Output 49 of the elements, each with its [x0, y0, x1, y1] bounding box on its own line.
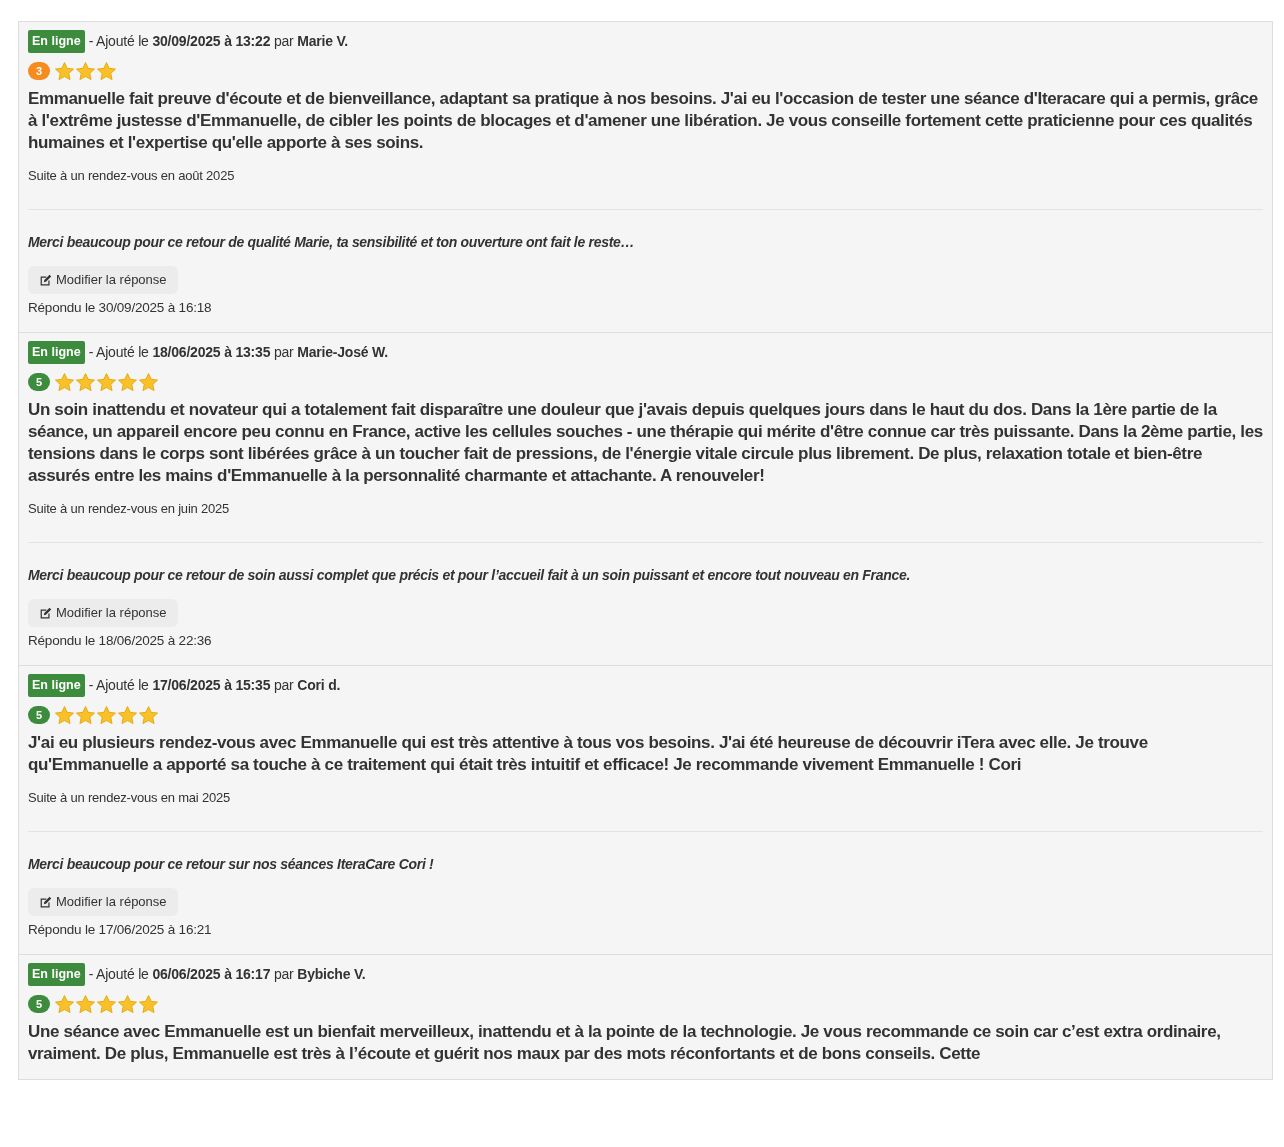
review-meta: - Ajouté le 30/09/2025 à 13:22 par Marie V.: [88, 31, 349, 51]
star-icon: [117, 371, 139, 393]
star-icon: [75, 371, 97, 393]
reply-text: Merci beaucoup pour ce retour de soin aussi complet que précis et pour l’accueil fait à un soin puissant et encore tout nouveau en France.: [28, 566, 912, 586]
rating-badge: 5: [28, 373, 51, 392]
star-icon: [75, 993, 97, 1015]
star-icon: [138, 704, 160, 726]
star-icon: [75, 704, 97, 726]
star-icon: [54, 993, 76, 1015]
visit-note: Suite à un rendez-vous en mai 2025: [28, 788, 232, 807]
review-meta: - Ajouté le 17/06/2025 à 15:35 par Cori d.: [88, 675, 341, 695]
edit-icon: [39, 273, 52, 287]
rating-badge: 3: [28, 62, 51, 81]
reply-date: Répondu le 30/09/2025 à 16:18: [28, 298, 213, 317]
star-icon: [117, 993, 139, 1015]
star-icon: [117, 704, 139, 726]
star-icon: [138, 993, 160, 1015]
rating-badge: 5: [28, 995, 51, 1014]
review-meta: - Ajouté le 18/06/2025 à 13:35 par Marie-José W.: [88, 342, 388, 362]
reply-text: Merci beaucoup pour ce retour de qualité Marie, ta sensibilité et ton ouverture ont fait le reste…: [28, 233, 636, 253]
status-badge: En ligne: [28, 341, 85, 364]
edit-reply-button[interactable]: Modifier la réponse: [28, 888, 178, 916]
edit-reply-button[interactable]: Modifier la réponse: [28, 599, 178, 627]
reply-text: Merci beaucoup pour ce retour sur nos séances IteraCare Cori !: [28, 855, 435, 875]
star-icon: [96, 371, 118, 393]
star-icon: [96, 704, 118, 726]
edit-icon: [39, 895, 52, 909]
reply-date: Répondu le 18/06/2025 à 22:36: [28, 631, 213, 650]
visit-note: Suite à un rendez-vous en juin 2025: [28, 499, 231, 518]
review-text: Un soin inattendu et novateur qui a totalement fait disparaître une douleur que j'avais depuis quelques jours dans le haut du dos. Dans la 1ère partie de la séance, un appareil encore peu connu en France, active les cellules souches - une thérapie qui mérite d'être connue car très puissante. Dans la 2ème partie, les tensions dans le corps sont libérées grâce à un toucher fait de pressions, de l'énergie vitale circule plus librement. De plus, relaxation totale et bien-être assurés entre les mains d'Emmanuelle à la personnalité charmante et attachante. A renouveler!: [28, 398, 1263, 487]
star-icon: [54, 60, 76, 82]
star-icon: [96, 60, 118, 82]
edit-reply-button[interactable]: Modifier la réponse: [28, 266, 178, 294]
star-icon: [54, 371, 76, 393]
star-icon: [75, 60, 97, 82]
review-text: Emmanuelle fait preuve d'écoute et de bienveillance, adaptant sa pratique à nos besoins. J'ai eu l'occasion de tester une séance d'Iteracare qui a permis, grâce à l'extrême justesse d'Emmanuelle, de cibler les points de blocages et d'amener une libération. Je vous conseille fortement cette praticienne pour ces qualités humaines et l'expertise qu'elle apporte à ses soins.: [28, 87, 1259, 154]
star-icon: [54, 704, 76, 726]
status-badge: En ligne: [28, 30, 85, 53]
rating-badge: 5: [28, 706, 51, 725]
review-meta: - Ajouté le 06/06/2025 à 16:17 par Bybiche V.: [88, 964, 366, 984]
reply-date: Répondu le 17/06/2025 à 16:21: [28, 920, 213, 939]
review-text: J'ai eu plusieurs rendez-vous avec Emmanuelle qui est très attentive à tous vos besoins. J'ai été heureuse de découvrir iTera avec elle. Je trouve qu'Emmanuelle a apporté sa touche à ce traitement qui était très intuitif et efficace! Je recommande vivement Emmanuelle ! Cori: [28, 731, 1149, 776]
star-icon: [96, 993, 118, 1015]
edit-icon: [39, 606, 52, 620]
visit-note: Suite à un rendez-vous en août 2025: [28, 166, 236, 185]
status-badge: En ligne: [28, 963, 85, 986]
star-icon: [138, 371, 160, 393]
review-text: Une séance avec Emmanuelle est un bienfait merveilleux, inattendu et à la pointe de la technologie. Je vous recommande ce soin car c’est extra ordinaire, vraiment. De plus, Emmanuelle est très à l’écoute et guérit nos maux par des mots réconfortants et de bons conseils. Cette: [28, 1020, 1222, 1065]
status-badge: En ligne: [28, 674, 85, 697]
